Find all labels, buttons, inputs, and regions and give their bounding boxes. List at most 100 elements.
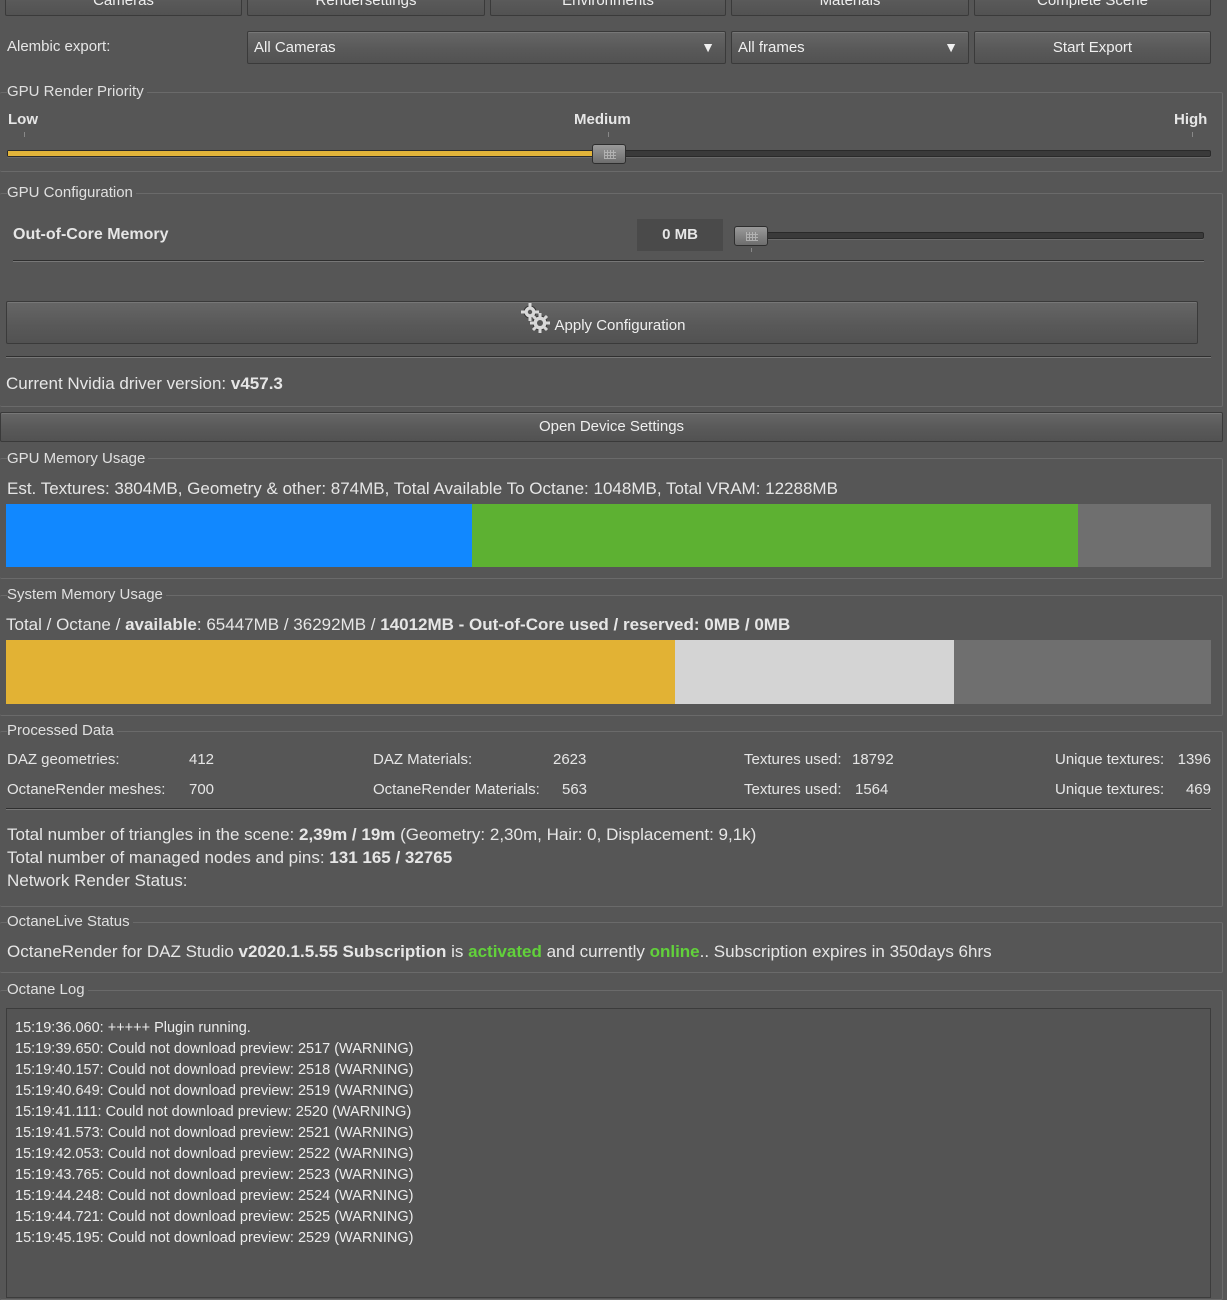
octane-meshes-value: 700 [189,781,215,798]
start-export-label: Start Export [1052,39,1133,56]
log-line: 15:19:43.765: Could not download preview… [15,1167,414,1183]
tab-label: Environments [562,0,654,9]
ooc-tick [751,248,752,252]
octane-materials-label: OctaneRender Materials: [373,781,540,798]
log-line: 15:19:41.111: Could not download preview… [15,1104,412,1120]
octane-unique-textures-label: Unique textures: [1055,781,1165,798]
priority-high-label: High [1174,111,1208,128]
daz-materials-label: DAZ Materials: [373,751,473,768]
tab-label: Materials [819,0,881,9]
daz-geometries-label: DAZ geometries: [7,751,120,768]
log-line: 15:19:40.157: Could not download preview… [15,1062,414,1078]
processed-divider [6,808,1211,810]
priority-slider-handle[interactable] [592,144,626,164]
gpu-memory-summary: Est. Textures: 3804MB, Geometry & other:… [7,479,838,498]
start-export-button[interactable]: Start Export [974,31,1211,64]
tab-materials[interactable]: Materials [731,0,969,16]
driver-version-text: Current Nvidia driver version: v457.3 [6,374,283,394]
system-memory-text-c: : 65447MB / 36292MB / [196,615,381,634]
log-line: 15:19:42.053: Could not download preview… [15,1146,414,1162]
log-line: 15:19:45.195: Could not download preview… [15,1230,414,1246]
tab-label: Rendersettings [315,0,417,9]
nodes-text: Total number of managed nodes and pins: … [7,848,452,868]
bar-segment-used [674,640,955,704]
frames-select[interactable]: All frames ▼ [731,31,969,64]
octane-materials-value: 563 [562,781,588,798]
live-status-text: OctaneRender for DAZ Studio v2020.1.5.55… [7,942,992,962]
system-memory-bar [6,640,1211,704]
ooc-slider-track[interactable] [736,232,1204,239]
octane-unique-textures-value: 469 [1185,781,1211,798]
octane-log-textarea[interactable]: 15:19:36.060: +++++ Plugin running. 15:19… [6,1008,1211,1298]
tab-label: Cameras [93,0,154,9]
priority-medium-label: Medium [574,111,631,128]
live-status-activated: activated [468,942,542,961]
bar-segment-available [954,640,1211,704]
ooc-slider-handle[interactable] [734,226,768,246]
driver-version-value: v457.3 [230,374,283,393]
priority-slider-fill [8,151,610,156]
camera-select-value: All Cameras [254,39,336,56]
priority-tick-high [1192,132,1193,137]
octane-textures-used-label: Textures used: [744,781,842,798]
dropdown-arrow-icon: ▼ [944,39,958,55]
live-status-title: OctaneLive Status [7,913,133,931]
daz-geometries-value: 412 [189,751,215,768]
frames-select-value: All frames [738,39,805,56]
live-status-t7: .. Subscription expires in 350days 6hrs [699,942,992,961]
live-status-t3: is [446,942,469,961]
log-line: 15:19:40.649: Could not download preview… [15,1083,414,1099]
system-memory-title: System Memory Usage [7,586,166,604]
live-status-t5: and currently [541,942,650,961]
apply-configuration-button[interactable]: Apply Configuration [6,301,1198,344]
system-memory-text-b: available [125,615,197,634]
live-status-t1: OctaneRender for DAZ Studio [7,942,239,961]
daz-materials-value: 2623 [553,751,587,768]
ooc-memory-value-text: 0 MB [662,226,698,243]
bar-segment-geometry [472,504,1079,567]
unique-textures-value: 1396 [1177,751,1211,768]
grip-icon [604,150,616,159]
nodes-value: 131 165 / 32765 [329,848,453,867]
processed-data-title: Processed Data [7,722,117,740]
apply-divider [6,356,1211,358]
tab-complete-scene[interactable]: Complete Scene [974,0,1211,16]
log-line: 15:19:36.060: +++++ Plugin running. [15,1020,251,1036]
triangles-detail: (Geometry: 2,30m, Hair: 0, Displacement:… [395,825,757,844]
gpu-config-title: GPU Configuration [7,184,136,202]
octane-textures-used-value: 1564 [855,781,889,798]
tab-environments[interactable]: Environments [490,0,726,16]
textures-used-value: 18792 [852,751,894,768]
live-status-version: v2020.1.5.55 Subscription [238,942,447,961]
priority-tick-low [24,132,25,137]
alembic-export-label: Alembic export: [7,38,111,55]
tab-cameras[interactable]: Cameras [5,0,242,16]
live-status-online: online [649,942,700,961]
log-line: 15:19:44.721: Could not download preview… [15,1209,414,1225]
apply-configuration-label: Apply Configuration [554,316,686,334]
driver-version-label: Current Nvidia driver version: [6,374,227,393]
tab-label: Complete Scene [1037,0,1148,9]
bar-segment-available [1078,504,1211,567]
triangles-text: Total number of triangles in the scene: … [7,825,756,845]
gpu-priority-title: GPU Render Priority [7,83,147,101]
octane-meshes-label: OctaneRender meshes: [7,781,166,798]
grip-icon [746,232,758,241]
log-line: 15:19:39.650: Could not download preview… [15,1041,414,1057]
camera-select[interactable]: All Cameras ▼ [247,31,726,64]
bar-segment-octane [6,640,675,704]
gpu-memory-bar [6,504,1211,567]
triangles-value: 2,39m / 19m [299,825,396,844]
nodes-label: Total number of managed nodes and pins: [7,848,330,867]
ooc-divider [13,260,1204,262]
network-render-status-label: Network Render Status: [7,871,188,890]
system-memory-summary: Total / Octane / available: 65447MB / 36… [6,615,790,635]
textures-used-label: Textures used: [744,751,842,768]
triangles-label: Total number of triangles in the scene: [7,825,299,844]
system-memory-text-a: Total / Octane / [6,615,126,634]
bar-segment-textures [6,504,473,567]
dropdown-arrow-icon: ▼ [701,39,715,55]
tab-rendersettings[interactable]: Rendersettings [247,0,485,16]
open-device-settings-button[interactable]: Open Device Settings [0,412,1223,442]
unique-textures-label: Unique textures: [1055,751,1165,768]
